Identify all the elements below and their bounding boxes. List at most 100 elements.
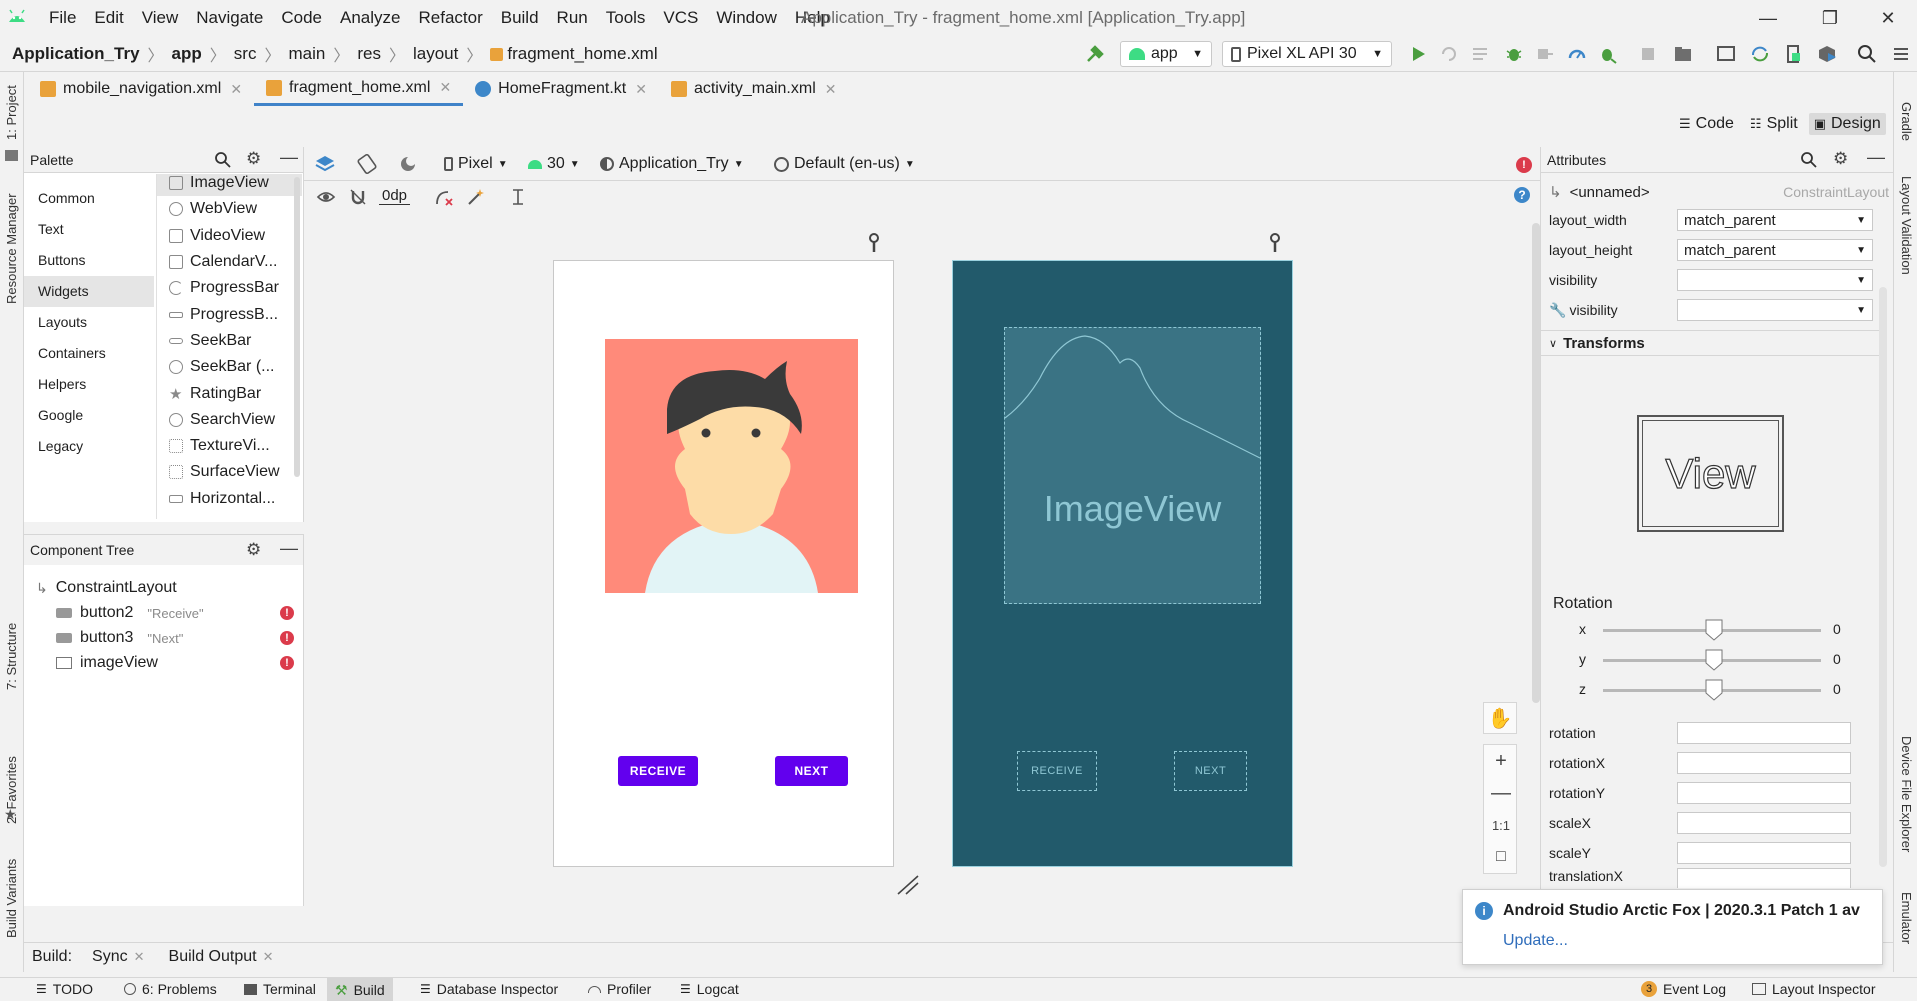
update-link[interactable]: Update... [1503, 932, 1568, 950]
next-button[interactable]: NEXT [775, 756, 848, 786]
resize-handle-icon[interactable] [896, 874, 920, 896]
restore-button[interactable]: ❐ [1816, 4, 1844, 32]
close-icon[interactable]: ✕ [825, 81, 837, 98]
palette-item-horizontal-divider[interactable]: Horizontal... [157, 486, 302, 512]
palette-item-calendarview[interactable]: CalendarV... [157, 249, 302, 275]
eye-icon[interactable] [316, 187, 336, 207]
palette-category[interactable]: Common [24, 183, 154, 214]
apply-code-changes-icon[interactable] [1469, 43, 1491, 65]
tree-node-button3[interactable]: button3 "Next" ! [56, 629, 294, 647]
rotation-x-field[interactable] [1677, 752, 1851, 774]
wrench-icon[interactable] [1267, 233, 1283, 253]
search-icon[interactable] [1856, 43, 1878, 65]
palette-category[interactable]: Google [24, 400, 154, 431]
database-inspector-tool-button[interactable]: ☰ Database Inspector [420, 981, 558, 997]
zoom-actual-size-button[interactable]: 1:1 [1484, 809, 1518, 841]
locale-select[interactable]: Default (en-us) ▼ [774, 147, 915, 181]
menu-navigate[interactable]: Navigate [187, 8, 272, 28]
close-icon[interactable]: ✕ [230, 81, 242, 98]
hammer-icon[interactable] [1084, 43, 1106, 65]
split-mode-button[interactable]: ☷ Split [1745, 113, 1803, 135]
translation-x-field[interactable] [1677, 868, 1851, 888]
orientation-icon[interactable] [356, 153, 378, 175]
palette-scrollbar[interactable] [294, 177, 300, 477]
zoom-in-button[interactable]: + [1484, 745, 1518, 777]
layout-width-dropdown[interactable]: match_parent ▼ [1677, 209, 1873, 231]
tree-node-imageview[interactable]: imageView ! [56, 654, 294, 672]
minimize-panel-icon[interactable]: — [280, 147, 298, 168]
wrench-icon[interactable] [866, 233, 882, 253]
tab-fragment-home[interactable]: fragment_home.xml ✕ [254, 72, 464, 106]
receive-button-blueprint[interactable]: RECEIVE [1017, 751, 1097, 791]
menu-file[interactable]: File [40, 8, 85, 28]
debug-icon[interactable] [1503, 43, 1525, 65]
scale-y-field[interactable] [1677, 842, 1851, 864]
menu-build[interactable]: Build [492, 8, 548, 28]
menu-view[interactable]: View [133, 8, 188, 28]
blueprint-preview[interactable]: ImageView RECEIVE NEXT [952, 260, 1293, 867]
project-tool-tab[interactable]: 1: Project [4, 85, 19, 140]
scale-x-field[interactable] [1677, 812, 1851, 834]
error-icon[interactable]: ! [1516, 157, 1532, 173]
palette-item-seekbar-discrete[interactable]: SeekBar (... [157, 354, 302, 380]
surface-scrollbar[interactable] [1532, 223, 1540, 703]
gear-icon[interactable]: ⚙ [1833, 149, 1848, 169]
error-icon[interactable]: ! [280, 656, 294, 670]
logcat-tool-button[interactable]: ☰ Logcat [680, 981, 739, 997]
rotation-field[interactable] [1677, 722, 1851, 744]
close-icon[interactable]: ✕ [439, 79, 451, 96]
menu-window[interactable]: Window [707, 8, 785, 28]
close-window-button[interactable]: ✕ [1874, 4, 1902, 32]
device-manager-icon[interactable] [1782, 43, 1804, 65]
slider-thumb[interactable] [1705, 649, 1723, 671]
avd-manager-icon[interactable] [1715, 43, 1737, 65]
transforms-section-header[interactable]: ∨ Transforms [1541, 330, 1881, 356]
breadcrumb-src[interactable]: src [234, 44, 257, 64]
stop-icon[interactable] [1637, 43, 1659, 65]
design-mode-button[interactable]: ▣ Design [1808, 113, 1886, 135]
menu-refactor[interactable]: Refactor [409, 8, 491, 28]
palette-item-seekbar[interactable]: SeekBar [157, 328, 302, 354]
palette-item-surfaceview[interactable]: SurfaceView [157, 459, 302, 485]
build-variants-tool-tab[interactable]: Build Variants [4, 859, 19, 938]
tab-mobile-navigation[interactable]: mobile_navigation.xml ✕ [28, 72, 254, 106]
event-log-tool-button[interactable]: 3 Event Log [1641, 981, 1726, 997]
palette-category[interactable]: Text [24, 214, 154, 245]
infer-constraints-icon[interactable] [466, 187, 486, 207]
api-level-select[interactable]: 30 ▼ [528, 147, 580, 181]
tab-activity-main[interactable]: activity_main.xml ✕ [659, 72, 849, 106]
gear-icon[interactable]: ⚙ [246, 540, 261, 560]
profiler-tool-button[interactable]: Profiler [588, 981, 651, 997]
palette-category-selected[interactable]: Widgets [24, 276, 154, 307]
theme-select[interactable]: Application_Try ▼ [600, 147, 744, 181]
menu-run[interactable]: Run [548, 8, 597, 28]
layout-inspector-tool-button[interactable]: Layout Inspector [1752, 981, 1876, 997]
build-tab-output[interactable]: Build Output [169, 948, 257, 966]
minimize-button[interactable]: — [1754, 4, 1782, 32]
structure-tool-tab[interactable]: 7: Structure [4, 623, 19, 690]
layout-height-dropdown[interactable]: match_parent ▼ [1677, 239, 1873, 261]
device-select[interactable]: Pixel XL API 30 ▼ [1222, 41, 1392, 67]
palette-item-webview[interactable]: WebView [157, 196, 302, 222]
minimize-panel-icon[interactable]: — [280, 538, 298, 559]
palette-item-searchview[interactable]: SearchView [157, 407, 302, 433]
code-mode-button[interactable]: ☰ Code [1674, 113, 1739, 135]
clear-constraints-icon[interactable] [434, 187, 454, 207]
terminal-tool-button[interactable]: Terminal [244, 981, 316, 997]
settings-icon[interactable] [1890, 43, 1912, 65]
palette-item-imageview[interactable]: ImageView [157, 174, 302, 197]
breadcrumb-layout[interactable]: layout [413, 44, 458, 64]
breadcrumb-project[interactable]: Application_Try [12, 44, 140, 64]
breadcrumb-main[interactable]: main [288, 44, 325, 64]
receive-button[interactable]: RECEIVE [618, 756, 698, 786]
palette-item-textureview[interactable]: TextureVi... [157, 433, 302, 459]
next-button-blueprint[interactable]: NEXT [1174, 751, 1247, 791]
breadcrumb-res[interactable]: res [357, 44, 381, 64]
palette-item-progressbar[interactable]: ProgressBar [157, 275, 302, 301]
project-structure-icon[interactable] [1672, 43, 1694, 65]
slider-thumb[interactable] [1705, 679, 1723, 701]
palette-category[interactable]: Containers [24, 338, 154, 369]
search-icon[interactable] [214, 151, 232, 169]
gradle-tool-tab[interactable]: Gradle [1899, 102, 1914, 141]
problems-tool-button[interactable]: 6: Problems [124, 981, 217, 997]
